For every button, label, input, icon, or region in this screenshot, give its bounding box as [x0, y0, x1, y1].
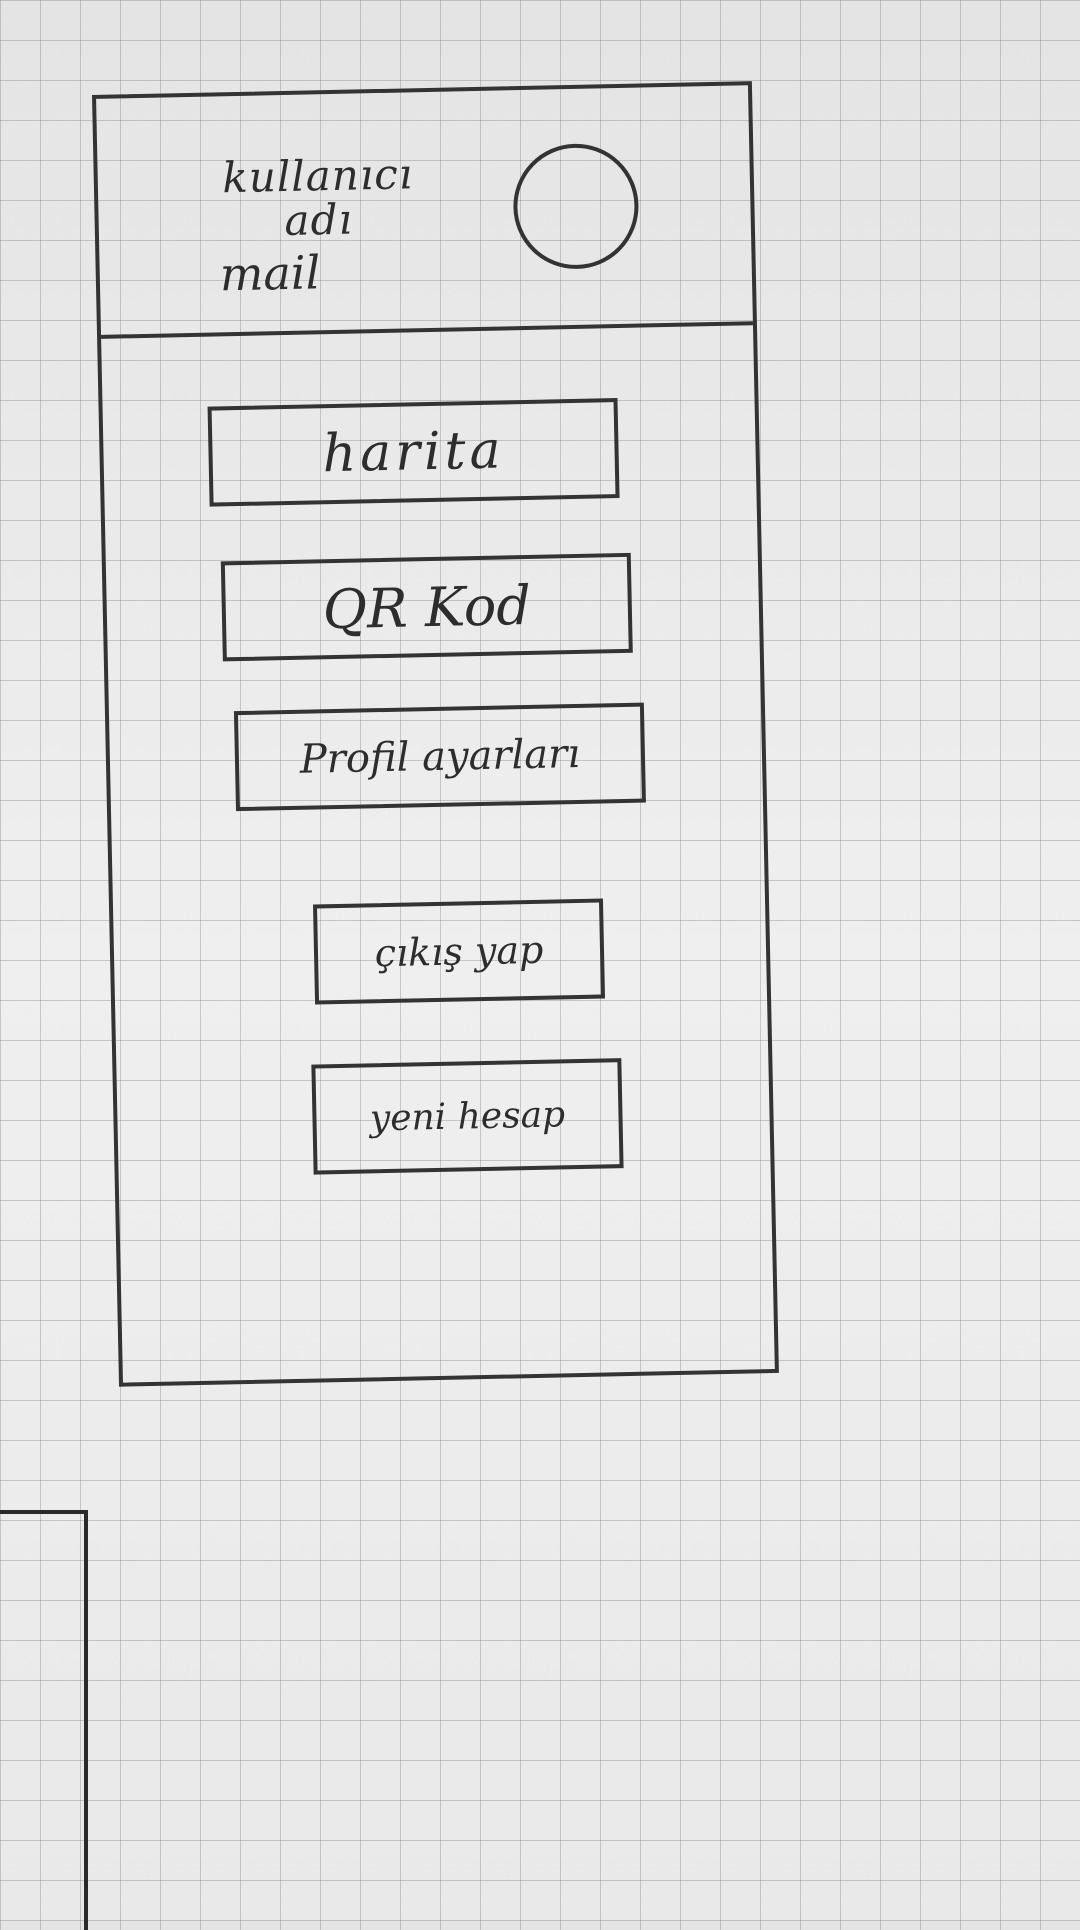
- profile-settings-button[interactable]: Profil ayarları: [233, 702, 646, 812]
- profile-settings-button-label: Profil ayarları: [299, 730, 581, 783]
- email-label: mail: [219, 245, 321, 302]
- map-button[interactable]: harita: [207, 398, 620, 507]
- new-account-button[interactable]: yeni hesap: [311, 1058, 624, 1175]
- adjacent-sketch-frame: [0, 1510, 88, 1930]
- logout-button[interactable]: çıkış yap: [313, 898, 606, 1005]
- user-info: kullanıcı adı mail: [187, 149, 450, 305]
- qr-code-button-label: QR Kod: [322, 573, 532, 641]
- avatar[interactable]: [512, 142, 640, 271]
- qr-code-button[interactable]: QR Kod: [220, 552, 633, 662]
- username-label: kullanıcı adı: [221, 149, 414, 245]
- new-account-button-label: yeni hesap: [369, 1093, 566, 1139]
- map-button-label: harita: [321, 420, 506, 485]
- profile-header: kullanıcı adı mail: [96, 85, 753, 339]
- phone-frame: kullanıcı adı mail harita QR Kod Profil …: [92, 81, 779, 1387]
- logout-button-label: çıkış yap: [374, 927, 544, 976]
